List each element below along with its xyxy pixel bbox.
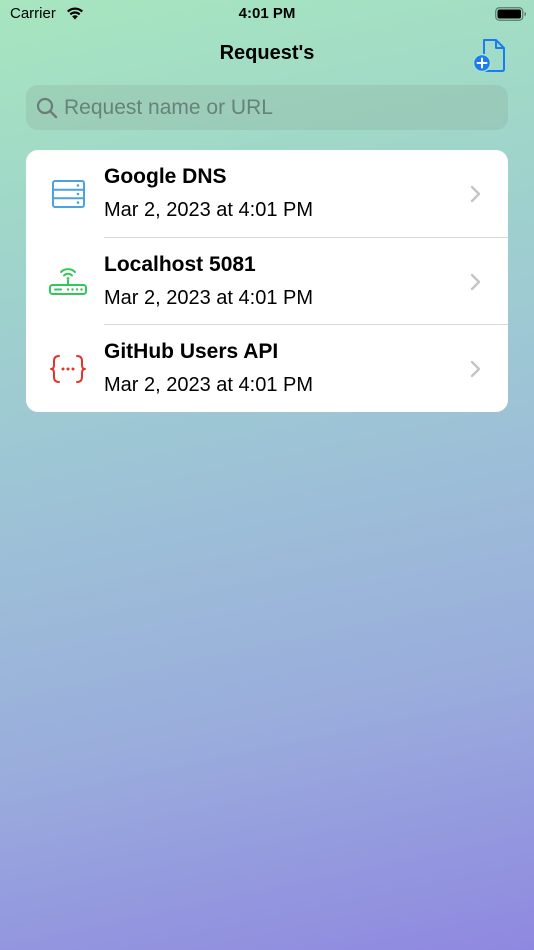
request-title: Localhost 5081 — [104, 253, 256, 276]
status-bar: Carrier 4:01 PM — [0, 0, 534, 28]
new-request-button[interactable] — [472, 37, 508, 73]
request-date: Mar 2, 2023 at 4:01 PM — [104, 374, 314, 396]
chevron-right-icon — [470, 360, 481, 378]
request-date: Mar 2, 2023 at 4:01 PM — [104, 199, 314, 221]
chevron-right-icon — [470, 273, 481, 291]
server-rack-icon — [52, 180, 85, 208]
search-input[interactable] — [64, 85, 494, 130]
list-item-github-users-api[interactable]: GitHub Users API Mar 2, 2023 at 4:01 PM — [26, 325, 508, 412]
status-time: 4:01 PM — [238, 5, 296, 22]
list-item-localhost-5081[interactable]: Localhost 5081 Mar 2, 2023 at 4:01 PM — [26, 238, 508, 325]
list-item-google-dns[interactable]: Google DNS Mar 2, 2023 at 4:01 PM — [26, 150, 508, 237]
wifi-router-icon — [49, 268, 87, 295]
doc-plus-icon — [472, 39, 505, 73]
battery-icon — [495, 7, 526, 21]
request-title: Google DNS — [104, 165, 227, 188]
request-date: Mar 2, 2023 at 4:01 PM — [104, 287, 314, 309]
request-list: Google DNS Mar 2, 2023 at 4:01 PM Localh… — [26, 150, 508, 412]
curly-braces-icon — [50, 355, 86, 383]
page-title: Request's — [219, 42, 315, 64]
search-icon — [36, 97, 58, 119]
chevron-right-icon — [470, 185, 481, 203]
search-bar[interactable] — [26, 85, 508, 130]
request-title: GitHub Users API — [104, 340, 279, 363]
